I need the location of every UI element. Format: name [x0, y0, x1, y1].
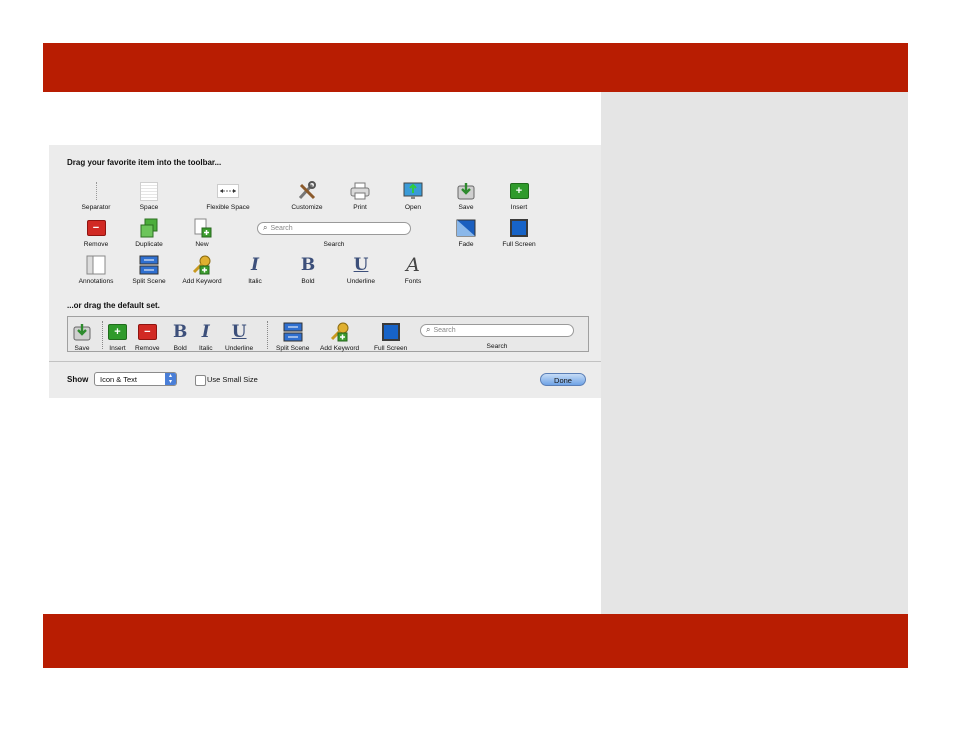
palette-item-fade[interactable]: Fade	[436, 217, 496, 248]
default-item-insert: + Insert	[108, 324, 127, 352]
search-field[interactable]: ⌕ Search	[257, 221, 411, 235]
open-icon	[403, 180, 423, 202]
show-mode-value: Icon & Text	[100, 374, 137, 384]
bold-icon: B	[173, 322, 188, 342]
palette-item-insert[interactable]: + Insert	[489, 180, 549, 211]
space-icon	[140, 181, 158, 201]
show-label: Show	[67, 375, 89, 384]
full-screen-icon	[510, 219, 528, 237]
underline-icon: U	[231, 322, 247, 342]
default-item-remove: − Remove	[135, 324, 160, 352]
magnifier-icon: ⌕	[263, 223, 268, 232]
fade-icon	[456, 217, 476, 239]
customize-toolbar-sheet: Drag your favorite item into the toolbar…	[49, 145, 601, 398]
toolbar-separator	[267, 321, 268, 349]
palette-item-annotations[interactable]: Annotations	[66, 254, 126, 285]
title-bar-band	[43, 43, 908, 92]
fonts-icon: A	[406, 254, 420, 276]
palette-item-open[interactable]: Open	[383, 180, 443, 211]
split-scene-icon	[283, 321, 303, 343]
default-search-field: ⌕ Search	[420, 323, 574, 337]
new-document-icon	[192, 217, 212, 239]
separator-icon	[95, 182, 97, 200]
palette-item-underline[interactable]: U Underline	[331, 254, 391, 285]
customize-tools-icon	[297, 180, 317, 202]
show-mode-popup[interactable]: Icon & Text ▴ ▾	[94, 372, 177, 386]
default-item-add-keyword: Add Keyword	[320, 321, 359, 352]
magnifier-icon: ⌕	[426, 325, 431, 334]
bold-icon: B	[300, 255, 316, 275]
flexible-space-icon	[217, 180, 239, 202]
popup-arrows-icon: ▴ ▾	[165, 373, 176, 385]
palette-item-full-screen[interactable]: Full Screen	[489, 217, 549, 248]
remove-icon: −	[137, 324, 157, 340]
palette-item-fonts[interactable]: A Fonts	[383, 254, 443, 286]
toolbar-separator	[102, 321, 103, 349]
save-icon	[72, 321, 92, 343]
palette-item-separator[interactable]: Separator	[66, 180, 126, 211]
palette-item-bold[interactable]: B Bold	[278, 254, 338, 285]
small-size-label[interactable]: Use Small Size	[207, 375, 258, 384]
palette-item-remove[interactable]: − Remove	[66, 217, 126, 248]
palette-item-search[interactable]: ⌕ Search Search	[255, 219, 413, 248]
palette-item-italic[interactable]: I Italic	[225, 254, 285, 285]
save-icon	[456, 180, 476, 202]
divider	[49, 361, 601, 362]
done-button[interactable]: Done	[540, 373, 586, 386]
footer-band	[43, 614, 908, 668]
default-toolbar-set[interactable]: Save + Insert − Remove B Bold I Italic U…	[67, 316, 589, 352]
palette-item-split-scene[interactable]: Split Scene	[119, 254, 179, 285]
palette-item-duplicate[interactable]: Duplicate	[119, 217, 179, 248]
default-item-save: Save	[72, 321, 92, 352]
insert-icon: +	[108, 324, 127, 340]
default-item-bold: B Bold	[173, 322, 188, 352]
duplicate-icon	[139, 217, 159, 239]
palette-item-space[interactable]: Space	[119, 180, 179, 211]
default-item-split-scene: Split Scene	[276, 321, 309, 352]
add-keyword-icon	[329, 321, 351, 343]
small-size-checkbox[interactable]	[195, 375, 206, 386]
add-keyword-icon	[191, 254, 213, 276]
default-set-heading: ...or drag the default set.	[67, 301, 160, 310]
palette-item-customize[interactable]: Customize	[277, 180, 337, 211]
palette-item-flexible-space[interactable]: Flexible Space	[198, 180, 258, 211]
italic-icon: I	[251, 255, 259, 275]
palette-item-print[interactable]: Print	[330, 180, 390, 211]
palette-item-save[interactable]: Save	[436, 180, 496, 211]
default-item-search: ⌕ Search Search	[418, 321, 576, 350]
default-item-underline: U Underline	[225, 322, 254, 352]
print-icon	[350, 180, 370, 202]
default-item-italic: I Italic	[199, 322, 213, 352]
annotations-icon	[86, 254, 106, 276]
underline-icon: U	[353, 255, 369, 275]
drag-favorite-heading: Drag your favorite item into the toolbar…	[67, 158, 222, 167]
side-panel	[601, 92, 908, 614]
palette-item-add-keyword[interactable]: Add Keyword	[172, 254, 232, 285]
remove-icon: −	[86, 220, 106, 236]
insert-icon: +	[509, 183, 529, 199]
default-item-full-screen: Full Screen	[374, 321, 407, 352]
full-screen-icon	[381, 323, 400, 341]
italic-icon: I	[201, 322, 210, 342]
split-scene-icon	[139, 254, 159, 276]
palette-item-new[interactable]: New	[172, 217, 232, 248]
